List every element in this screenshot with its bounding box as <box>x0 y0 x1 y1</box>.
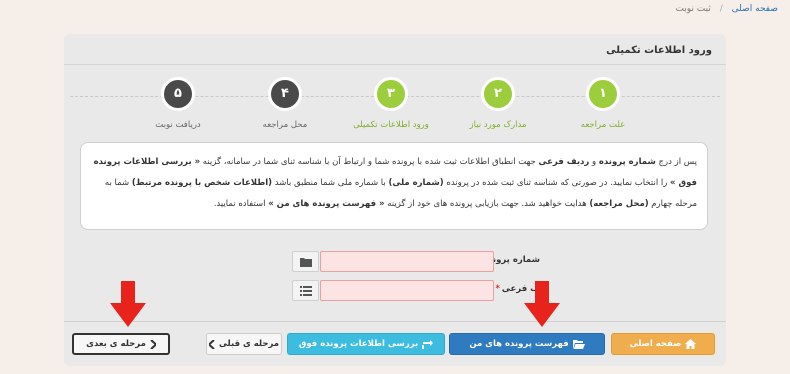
info-bold-text: (شماره ملی) <box>388 178 444 188</box>
step-1-circle: ۱ <box>586 77 620 111</box>
breadcrumb-current: ثبت نوبت <box>675 4 711 14</box>
previous-button-label: مرحله ی قبلی <box>218 339 280 349</box>
home-button[interactable]: صفحه اصلی <box>611 333 715 355</box>
folder-icon <box>299 257 312 267</box>
step-4: ۴ محل مراجعه <box>237 77 333 130</box>
info-text: جهت انطباق اطلاعات ثبت شده با پرونده شما… <box>200 157 539 167</box>
info-text: را انتخاب نمایید. در صورتی که شناسه ثنای… <box>443 178 671 188</box>
step-5-label: دریافت نوبت <box>155 120 201 130</box>
step-1: ۱ علت مراجعه <box>555 77 651 130</box>
red-down-arrow-icon <box>110 281 146 327</box>
case-number-browse-button[interactable] <box>292 251 319 272</box>
required-mark: * <box>495 284 500 294</box>
next-button-label: مرحله ی بعدی <box>86 339 146 349</box>
breadcrumb: صفحه اصلی / ثبت نوبت <box>675 4 778 14</box>
my-files-button[interactable]: فهرست پرونده های من <box>449 333 605 355</box>
my-files-button-label: فهرست پرونده های من <box>469 339 569 349</box>
next-step-button[interactable]: مرحله ی بعدی <box>72 333 170 355</box>
case-number-input[interactable] <box>320 251 494 272</box>
chevron-right-icon <box>150 339 156 349</box>
info-text: با شماره ملی شما منطبق باشد <box>272 178 389 188</box>
step-4-label: محل مراجعه <box>262 120 308 130</box>
step-3: ۳ ورود اطلاعات تکمیلی <box>343 77 439 130</box>
info-text: استفاده نمایید. <box>213 199 269 209</box>
info-bold-text: شماره پرونده <box>598 157 656 167</box>
info-bold-text: (اطلاعات شخص با پرونده مرتبط) <box>131 178 273 188</box>
breadcrumb-home-link[interactable]: صفحه اصلی <box>732 4 778 14</box>
step-2-label: مدارک مورد نیاز <box>469 120 527 130</box>
step-1-label: علت مراجعه <box>580 120 626 130</box>
info-bold-text: (محل مراجعه) <box>589 199 649 209</box>
refresh-icon <box>422 340 434 349</box>
chevron-left-icon <box>208 339 215 349</box>
info-text: هدایت خواهید شد. جهت بازیابی پرونده های … <box>384 199 590 209</box>
footer-divider <box>64 321 726 322</box>
wizard-panel: ورود اطلاعات تکمیلی ۱ علت مراجعه ۲ مدارک… <box>64 34 726 366</box>
step-2: ۲ مدارک مورد نیاز <box>450 77 546 130</box>
step-5: ۵ دریافت نوبت <box>130 77 226 130</box>
step-5-circle: ۵ <box>161 77 195 111</box>
review-file-info-button[interactable]: بررسی اطلاعات پرونده فوق <box>287 333 445 355</box>
red-down-arrow-icon <box>524 281 560 327</box>
instructions-box: پس از درج شماره پرونده و ردیف فرعی جهت ا… <box>80 142 708 230</box>
breadcrumb-separator: / <box>719 4 723 14</box>
page-title: ورود اطلاعات تکمیلی <box>606 45 712 56</box>
home-button-label: صفحه اصلی <box>629 339 682 349</box>
info-bold-text: ردیف فرعی <box>538 157 590 167</box>
previous-step-button[interactable]: مرحله ی قبلی <box>206 333 282 355</box>
step-3-label: ورود اطلاعات تکمیلی <box>353 120 429 130</box>
folder-open-icon <box>572 340 585 349</box>
step-3-circle: ۳ <box>374 77 408 111</box>
review-button-label: بررسی اطلاعات پرونده فوق <box>298 339 419 349</box>
list-icon <box>299 285 312 296</box>
home-icon <box>685 339 697 349</box>
step-4-circle: ۴ <box>268 77 302 111</box>
info-text: و <box>589 157 599 167</box>
info-text: پس از درج <box>655 157 697 167</box>
sub-row-list-button[interactable] <box>292 280 319 301</box>
sub-row-input[interactable] <box>320 280 494 301</box>
title-divider <box>64 64 726 65</box>
info-bold-text: « فهرست پرونده های من » <box>268 199 385 209</box>
step-2-circle: ۲ <box>481 77 515 111</box>
